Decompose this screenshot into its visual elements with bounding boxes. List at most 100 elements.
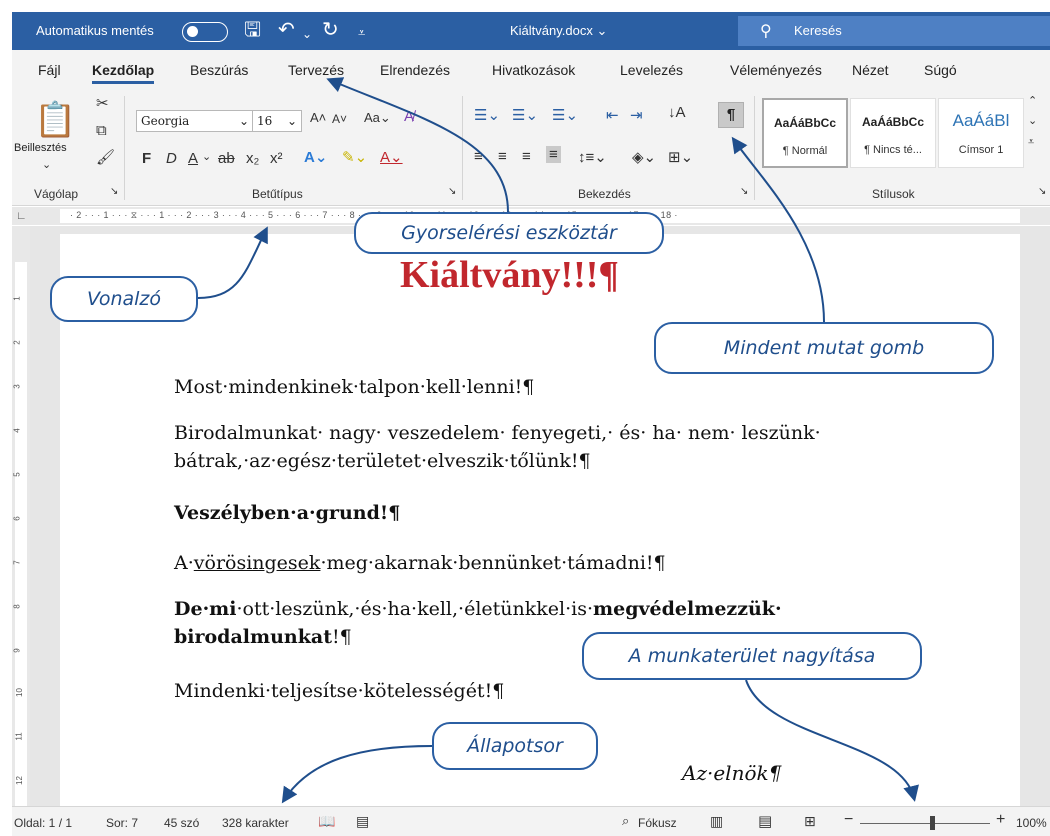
grow-font-icon[interactable]: A˄ — [310, 110, 326, 125]
zoom-slider-thumb[interactable] — [930, 816, 935, 830]
ruler-number: 3 — [12, 384, 22, 389]
tab-selector[interactable]: ∟ — [16, 210, 27, 222]
zoom-out-button[interactable]: − — [844, 811, 853, 829]
tab-kezdolap[interactable]: Kezdőlap — [92, 62, 155, 84]
clipboard-launcher-icon[interactable]: ↘ — [110, 186, 118, 197]
style-normal[interactable]: AaÁáBbCc ¶ Normál — [762, 98, 848, 168]
superscript-icon[interactable]: x² — [270, 150, 283, 167]
undo-dropdown-icon[interactable]: ⌄ — [302, 23, 312, 45]
bold-icon[interactable]: F — [142, 150, 151, 167]
search-placeholder: Keresés — [794, 23, 842, 38]
style-preview: AaÁáBbCc — [773, 116, 836, 130]
sort-icon[interactable]: ↓A — [668, 104, 686, 121]
document-title: Kiáltvány!!!¶ — [400, 254, 619, 296]
zoom-level[interactable]: 100% — [1016, 816, 1047, 830]
italic-icon[interactable]: D — [166, 150, 177, 167]
customize-quick-access-icon[interactable]: ⩡ — [358, 22, 365, 44]
tab-tervezes[interactable]: Tervezés — [288, 62, 344, 78]
change-case-icon[interactable]: Aa⌄ — [364, 110, 391, 126]
paste-label[interactable]: Beillesztés — [14, 142, 67, 154]
styles-scroll-down-icon[interactable]: ⌄ — [1028, 114, 1037, 127]
vertical-ruler[interactable]: 1 2 3 4 5 6 7 8 9 10 11 12 — [12, 226, 30, 806]
focus-icon[interactable]: ⌕ — [622, 813, 629, 829]
tab-fajl[interactable]: Fájl — [38, 62, 61, 78]
ruler-number: 12 — [14, 776, 24, 785]
font-name-value: Georgia — [141, 114, 190, 128]
show-all-button[interactable]: ¶ — [718, 102, 744, 128]
callout-statusbar: Állapotsor — [432, 722, 598, 770]
tab-sugo[interactable]: Súgó — [924, 62, 957, 78]
save-icon[interactable]: 🖫 — [244, 19, 261, 41]
paragraph-5-bold-end: megvédelmezzük· — [593, 598, 782, 620]
font-size-field[interactable]: 16 ⌄ — [252, 110, 302, 132]
tab-hivatkozasok[interactable]: Hivatkozások — [492, 62, 575, 78]
style-heading-1[interactable]: AaÁáBl Címsor 1 — [938, 98, 1024, 168]
borders-icon[interactable]: ⊞⌄ — [668, 148, 693, 166]
group-separator — [754, 96, 755, 200]
zoom-in-button[interactable]: + — [996, 811, 1005, 829]
align-center-icon[interactable]: ≡ — [498, 148, 507, 165]
search-icon: ⚲ — [760, 23, 772, 40]
tab-nezet[interactable]: Nézet — [852, 62, 889, 78]
multilevel-list-icon[interactable]: ☰⌄ — [552, 106, 578, 124]
styles-more-icon[interactable]: ⩡ — [1028, 136, 1034, 149]
font-name-field[interactable]: Georgia ⌄ — [136, 110, 254, 132]
shrink-font-icon[interactable]: A˅ — [332, 112, 347, 126]
document-name[interactable]: Kiáltvány.docx ⌄ — [510, 23, 607, 39]
styles-launcher-icon[interactable]: ↘ — [1038, 186, 1046, 197]
read-mode-icon[interactable]: ▥ — [710, 813, 723, 830]
line-number[interactable]: Sor: 7 — [106, 816, 138, 830]
character-count[interactable]: 328 karakter — [222, 816, 289, 830]
print-layout-icon[interactable]: ▤ — [758, 812, 772, 830]
undo-icon[interactable]: ↶ — [278, 19, 295, 41]
tab-elrendezes[interactable]: Elrendezés — [380, 62, 450, 78]
web-layout-icon[interactable]: ⊞ — [804, 813, 816, 830]
callout-ruler: Vonalzó — [50, 276, 198, 322]
word-count[interactable]: 45 szó — [164, 816, 199, 830]
paste-icon[interactable]: 📋 — [34, 100, 76, 140]
zoom-slider[interactable] — [860, 823, 990, 824]
paste-dropdown-icon[interactable]: ⌄ — [42, 158, 51, 171]
document-page[interactable]: Kiáltvány!!!¶ Most·mindenkinek·talpon·ke… — [60, 234, 1020, 806]
align-right-icon[interactable]: ≡ — [522, 148, 531, 165]
macro-icon[interactable]: ▤ — [356, 813, 369, 830]
redo-icon[interactable]: ↻ — [322, 19, 339, 41]
subscript-icon[interactable]: x₂ — [246, 150, 259, 167]
focus-label[interactable]: Fókusz — [638, 816, 677, 830]
paragraph-5-middle: ·ott·leszünk,·és·ha·kell,·életünkkel·is· — [236, 598, 594, 620]
cut-icon[interactable]: ✂ — [96, 94, 109, 112]
style-no-spacing[interactable]: AaÁáBbCc ¶ Nincs té... — [850, 98, 936, 168]
ruler-number: 7 — [12, 560, 22, 565]
shading-icon[interactable]: ◈⌄ — [632, 148, 656, 166]
search-box[interactable]: ⚲ Keresés — [738, 16, 1050, 46]
callout-quick-access: Gyorselérési eszköztár — [354, 212, 664, 254]
clear-formatting-icon[interactable]: A̸ — [404, 108, 414, 125]
paragraph-launcher-icon[interactable]: ↘ — [740, 186, 748, 197]
styles-scroll-up-icon[interactable]: ⌃ — [1028, 94, 1037, 107]
decrease-indent-icon[interactable]: ⇤ — [606, 106, 619, 124]
underline-icon[interactable]: A — [188, 150, 198, 167]
increase-indent-icon[interactable]: ⇥ — [630, 106, 643, 124]
line-spacing-icon[interactable]: ↕≡⌄ — [578, 148, 607, 166]
tab-levelezes[interactable]: Levelezés — [620, 62, 683, 78]
strikethrough-icon[interactable]: ab — [218, 150, 235, 167]
text-effects-icon[interactable]: A⌄ — [304, 148, 327, 166]
underline-dropdown-icon[interactable]: ⌄ — [202, 150, 211, 163]
ruler-number: 1 — [12, 296, 22, 301]
justify-icon[interactable]: ≡ — [546, 146, 561, 163]
proofing-icon[interactable]: 📖 — [318, 813, 335, 830]
font-launcher-icon[interactable]: ↘ — [448, 186, 456, 197]
style-name: ¶ Nincs té... — [864, 144, 922, 156]
page-count[interactable]: Oldal: 1 / 1 — [14, 816, 72, 830]
numbering-icon[interactable]: ☰⌄ — [512, 106, 538, 124]
highlight-icon[interactable]: ✎⌄ — [342, 148, 367, 166]
align-left-icon[interactable]: ≡ — [474, 148, 483, 165]
font-color-icon[interactable]: A⌄ — [380, 148, 403, 166]
format-painter-icon[interactable]: 🖌 — [96, 148, 115, 166]
tab-velemenyezes[interactable]: Véleményezés — [730, 62, 822, 78]
font-name-dropdown-icon: ⌄ — [238, 114, 249, 128]
copy-icon[interactable]: ⧉ — [96, 122, 107, 139]
bullets-icon[interactable]: ☰⌄ — [474, 106, 500, 124]
autosave-toggle[interactable] — [182, 22, 228, 42]
tab-beszuras[interactable]: Beszúrás — [190, 62, 248, 78]
